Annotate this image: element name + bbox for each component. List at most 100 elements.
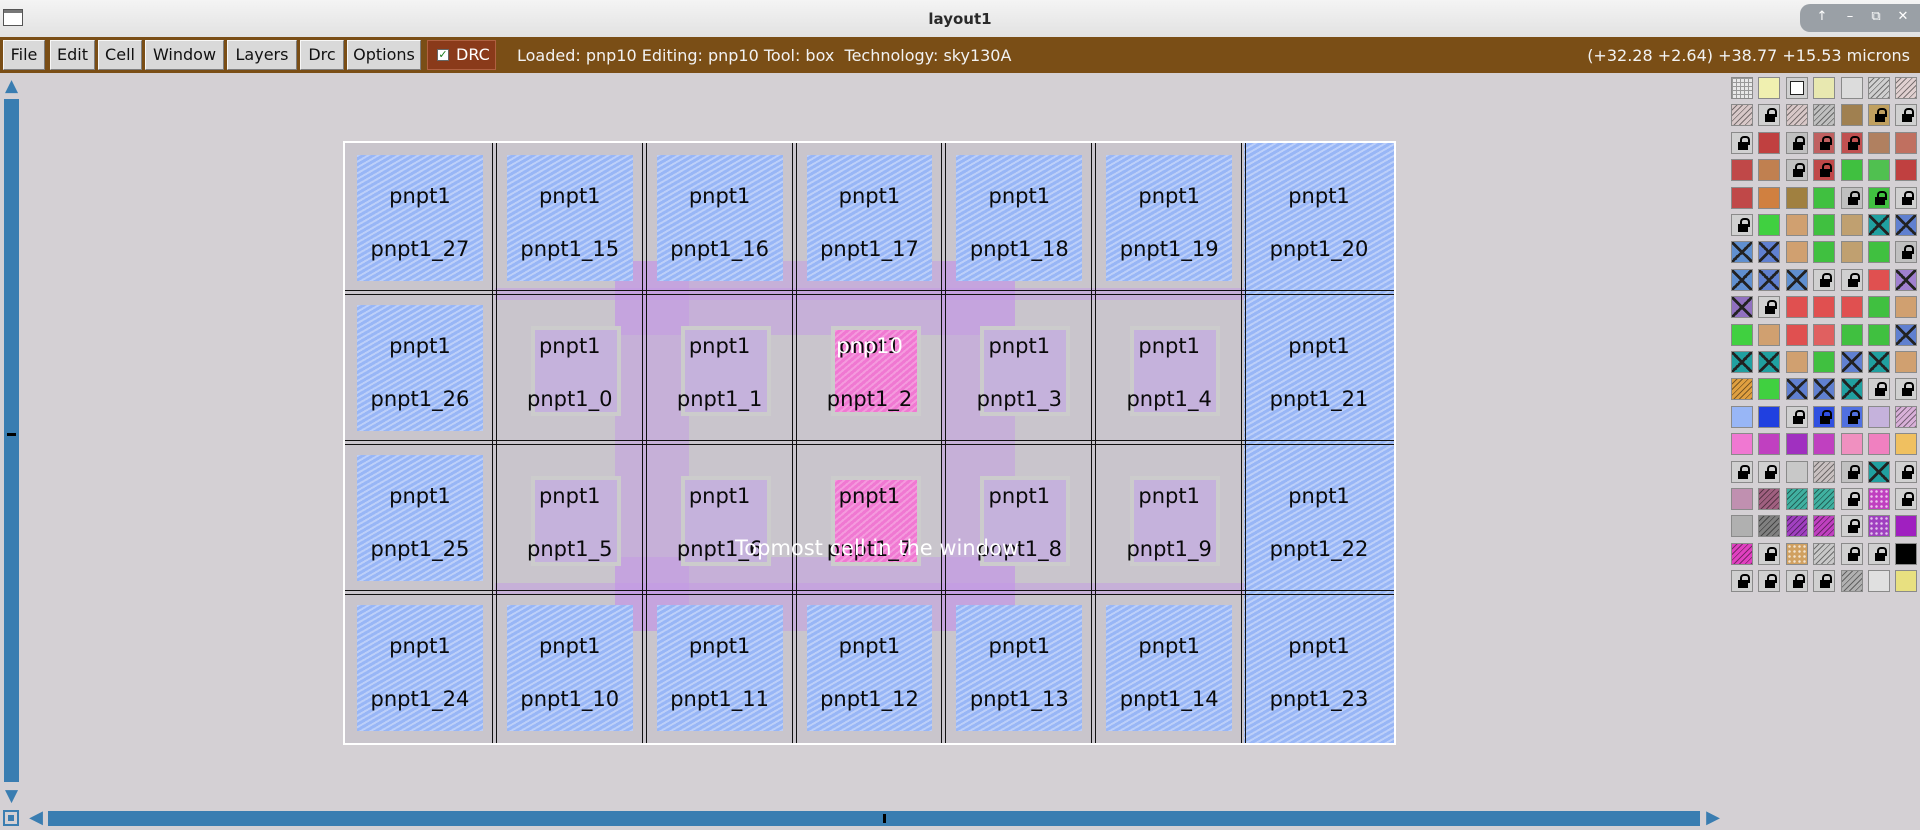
lock-icon[interactable] (1840, 186, 1863, 209)
lock-icon[interactable] (1731, 460, 1753, 483)
cell-instance[interactable]: pnpt1 pnpt1_26 (345, 293, 495, 443)
layer-swatch[interactable] (1895, 214, 1918, 236)
lock-icon[interactable] (1731, 131, 1753, 154)
lock-icon[interactable] (1785, 131, 1808, 154)
lock-icon[interactable] (1785, 159, 1808, 182)
lock-icon[interactable] (1840, 405, 1863, 428)
cell-instance[interactable]: pnpt1 pnpt1_0 (495, 293, 645, 443)
layer-swatch[interactable] (1758, 186, 1781, 209)
layer-swatch[interactable] (1731, 104, 1753, 127)
lock-icon[interactable] (1895, 460, 1918, 483)
layer-swatch[interactable] (1758, 515, 1781, 538)
lock-icon[interactable] (1840, 542, 1863, 565)
cell-instance[interactable]: pnpt1 pnpt1_4 (1094, 293, 1244, 443)
layer-swatch[interactable] (1895, 323, 1918, 346)
lock-icon[interactable] (1895, 186, 1918, 209)
cell-instance[interactable]: pnpt1 pnpt1_11 (645, 593, 795, 743)
layer-swatch[interactable] (1758, 131, 1781, 154)
lock-icon[interactable] (1813, 268, 1836, 291)
layer-swatch[interactable] (1785, 460, 1808, 483)
layer-swatch[interactable] (1758, 159, 1781, 182)
cell-instance[interactable]: pnpt1 pnpt1_10 (495, 593, 645, 743)
cell-instance[interactable]: pnpt1 pnpt1_21 (1244, 293, 1394, 443)
cell-instance[interactable]: pnpt1 pnpt1_1 (645, 293, 795, 443)
layer-swatch[interactable] (1731, 433, 1753, 456)
cell-instance[interactable]: pnpt1 pnpt1_2 pnp10 (795, 293, 945, 443)
layer-swatch[interactable] (1868, 488, 1890, 510)
layer-swatch[interactable] (1813, 296, 1836, 319)
cell-instance[interactable]: pnpt1 pnpt1_12 (795, 593, 945, 743)
layer-swatch[interactable] (1840, 77, 1863, 99)
layer-swatch[interactable] (1813, 515, 1836, 538)
layer-swatch[interactable] (1868, 214, 1890, 236)
layer-swatch[interactable] (1840, 351, 1863, 373)
zoom-box-icon[interactable] (3, 810, 19, 826)
cell-instance[interactable]: pnpt1 pnpt1_5 (495, 443, 645, 593)
layer-swatch[interactable] (1895, 159, 1918, 182)
layer-swatch[interactable] (1758, 378, 1781, 401)
lock-icon[interactable] (1813, 405, 1836, 428)
layer-swatch[interactable] (1840, 570, 1863, 593)
layer-swatch[interactable] (1758, 323, 1781, 346)
maximize-icon[interactable]: ⧉ (1866, 8, 1886, 26)
lock-icon[interactable] (1840, 488, 1863, 510)
layer-swatch[interactable] (1731, 296, 1753, 319)
cell-instance[interactable]: pnpt1 pnpt1_14 (1094, 593, 1244, 743)
layer-swatch[interactable] (1895, 268, 1918, 291)
layer-swatch[interactable] (1758, 488, 1781, 510)
cell-instance[interactable]: pnpt1 pnpt1_27 (345, 143, 495, 293)
horizontal-scroll-thumb[interactable] (883, 814, 886, 823)
layer-swatch[interactable] (1868, 241, 1890, 264)
lock-icon[interactable] (1895, 104, 1918, 127)
layer-swatch[interactable] (1813, 104, 1836, 127)
layer-swatch[interactable] (1868, 131, 1890, 154)
layer-swatch[interactable] (1868, 268, 1890, 291)
layer-swatch[interactable] (1840, 104, 1863, 127)
layer-swatch[interactable] (1868, 323, 1890, 346)
layer-swatch[interactable] (1895, 131, 1918, 154)
layer-swatch[interactable] (1868, 570, 1890, 593)
layer-swatch[interactable] (1731, 515, 1753, 538)
layer-swatch[interactable] (1731, 159, 1753, 182)
lock-icon[interactable] (1840, 268, 1863, 291)
cell-instance[interactable]: pnpt1 pnpt1_15 (495, 143, 645, 293)
lock-icon[interactable] (1813, 131, 1836, 154)
layer-swatch[interactable] (1785, 378, 1808, 401)
lock-icon[interactable] (1813, 159, 1836, 182)
cell-instance[interactable]: pnpt1 pnpt1_16 (645, 143, 795, 293)
layer-swatch[interactable] (1731, 405, 1753, 428)
menu-layers[interactable]: Layers (227, 40, 297, 70)
menu-file[interactable]: File (3, 40, 45, 70)
layer-swatch[interactable] (1785, 323, 1808, 346)
layer-swatch[interactable] (1731, 186, 1753, 209)
layer-swatch[interactable] (1813, 241, 1836, 264)
lock-icon[interactable] (1895, 378, 1918, 401)
layer-swatch[interactable] (1785, 77, 1808, 99)
layer-swatch[interactable] (1840, 378, 1863, 401)
cell-instance[interactable]: pnpt1 pnpt1_7 (795, 443, 945, 593)
layer-swatch[interactable] (1785, 296, 1808, 319)
menu-edit[interactable]: Edit (50, 40, 95, 70)
lock-icon[interactable] (1895, 488, 1918, 510)
layer-swatch[interactable] (1813, 488, 1836, 510)
layer-swatch[interactable] (1731, 378, 1753, 401)
cell-instance[interactable]: pnpt1 pnpt1_6 (645, 443, 795, 593)
lock-icon[interactable] (1758, 570, 1781, 593)
drc-toggle[interactable]: ✓ DRC (427, 40, 496, 70)
layer-swatch[interactable] (1731, 488, 1753, 510)
layer-swatch[interactable] (1785, 542, 1808, 565)
cell-instance[interactable]: pnpt1 pnpt1_25 (345, 443, 495, 593)
cell-instance[interactable]: pnpt1 pnpt1_8 (944, 443, 1094, 593)
layer-swatch[interactable] (1731, 323, 1753, 346)
drc-checkbox-icon[interactable]: ✓ (437, 49, 449, 61)
vertical-scrollbar[interactable]: ▲ ▼ (0, 75, 23, 810)
layer-swatch[interactable] (1840, 214, 1863, 236)
cell-instance[interactable]: pnpt1 pnpt1_3 (944, 293, 1094, 443)
layer-swatch[interactable] (1813, 323, 1836, 346)
cell-instance[interactable]: pnpt1 pnpt1_9 (1094, 443, 1244, 593)
layer-swatch[interactable] (1813, 378, 1836, 401)
layer-swatch[interactable] (1840, 296, 1863, 319)
menu-window[interactable]: Window (145, 40, 224, 70)
layer-swatch[interactable] (1731, 268, 1753, 291)
layer-swatch[interactable] (1758, 405, 1781, 428)
